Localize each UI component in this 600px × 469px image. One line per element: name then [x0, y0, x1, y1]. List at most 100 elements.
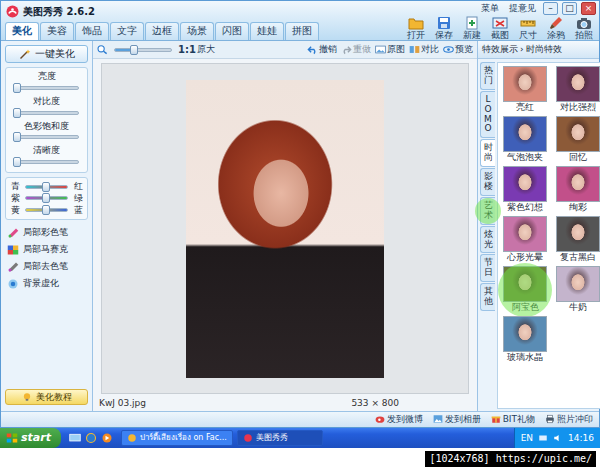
toolbar-button[interactable]: 截图: [488, 15, 512, 41]
category-label: 时尚: [484, 143, 493, 163]
tab[interactable]: 美化: [5, 22, 39, 40]
category-tab[interactable]: 热门: [480, 62, 495, 90]
slider-label: 对比度: [10, 96, 83, 107]
effect-item[interactable]: 对比强烈: [554, 66, 600, 113]
category-tab[interactable]: 时尚: [480, 139, 495, 167]
status-link[interactable]: 发到微博: [375, 414, 423, 425]
tab[interactable]: 边框: [145, 22, 179, 40]
tutorial-button[interactable]: 美化教程: [5, 389, 88, 405]
slider-handle[interactable]: [13, 83, 21, 93]
window-title: 美图秀秀 2.6.2: [23, 6, 95, 18]
category-tab[interactable]: 艺术: [480, 197, 495, 225]
slider-track: [14, 160, 79, 164]
view-action-button[interactable]: 预览: [443, 44, 473, 55]
color-slider-left-label: 紫: [10, 193, 20, 204]
tool-item[interactable]: 局部彩色笔: [7, 226, 86, 240]
effect-item[interactable]: 回忆: [554, 116, 600, 163]
effect-thumbnail: [503, 166, 547, 202]
compare-icon: [409, 44, 420, 55]
color-slider-right-label: 红: [73, 181, 83, 192]
slider-handle[interactable]: [13, 108, 21, 118]
toolbar-button[interactable]: 涂鸦: [544, 15, 568, 41]
effect-item[interactable]: 牛奶: [554, 266, 600, 313]
category-tab[interactable]: 其他: [480, 283, 495, 311]
view-action-label: 重做: [353, 44, 371, 55]
gift-icon: [491, 414, 501, 424]
toolbar-button[interactable]: 尺寸: [516, 15, 540, 41]
status-link[interactable]: 照片冲印: [545, 414, 593, 425]
toolbar-button[interactable]: 打开: [404, 15, 428, 41]
slider-handle[interactable]: [42, 193, 50, 203]
one-click-button[interactable]: 一键美化: [5, 45, 88, 63]
slider-handle[interactable]: [13, 132, 21, 142]
window-control-button[interactable]: □: [562, 2, 577, 15]
start-button[interactable]: start: [0, 428, 61, 448]
category-tab[interactable]: LOMO: [480, 91, 495, 139]
category-tab[interactable]: 影楼: [480, 168, 495, 196]
category-label: LOMO: [484, 95, 493, 135]
effect-label: 对比强烈: [560, 102, 596, 113]
slider-track: [14, 111, 79, 115]
toolbar-label: 打开: [407, 30, 425, 41]
toolbar-button[interactable]: 保存: [432, 15, 456, 41]
magic-wand-icon: [19, 48, 31, 60]
effect-item[interactable]: 复古黑白: [554, 216, 600, 263]
actual-size-button[interactable]: 1:1原大: [178, 44, 215, 56]
tool-list: 局部彩色笔局部马赛克局部去色笔背景虚化: [5, 224, 88, 293]
toolbar-label: 尺寸: [519, 30, 537, 41]
tool-item[interactable]: 局部马赛克: [7, 243, 86, 257]
window-control-button[interactable]: –: [543, 2, 558, 15]
tab-label: 闪图: [222, 25, 242, 36]
toolbar-button[interactable]: 新建: [460, 15, 484, 41]
view-toolbar: 1:1原大 撤销 重做原图对比预览: [93, 41, 477, 59]
taskbar-button[interactable]: ปาร์ตี้เสียงเรื่อง on Fac...: [121, 430, 233, 446]
view-action-button[interactable]: 重做: [341, 44, 371, 55]
status-link[interactable]: BIT礼物: [491, 414, 535, 425]
effect-item[interactable]: 亮红: [501, 66, 549, 113]
breadcrumb-separator: ›: [520, 44, 524, 55]
album-icon: [433, 414, 443, 424]
tab[interactable]: 饰品: [75, 22, 109, 40]
tool-item[interactable]: 背景虚化: [7, 277, 86, 291]
tab[interactable]: 拼图: [285, 22, 319, 40]
effect-item[interactable]: 绚彩: [554, 166, 600, 213]
mosaic-icon: [7, 244, 19, 256]
brush-icon: [548, 16, 564, 30]
effect-item[interactable]: 阿宝色: [501, 266, 549, 313]
menu-link[interactable]: 菜单: [478, 3, 502, 14]
tab[interactable]: 闪图: [215, 22, 249, 40]
effect-label: 心形光晕: [507, 252, 543, 263]
category-label: 其他: [484, 287, 493, 307]
view-action-button[interactable]: 撤销: [307, 44, 337, 55]
window-control-button[interactable]: ×: [581, 2, 596, 15]
print-icon: [545, 414, 555, 424]
tool-label: 背景虚化: [23, 278, 59, 289]
tool-item[interactable]: 局部去色笔: [7, 260, 86, 274]
slider-handle[interactable]: [42, 205, 50, 215]
tab[interactable]: 娃娃: [250, 22, 284, 40]
toolbar-button[interactable]: 拍照: [572, 15, 596, 41]
tab[interactable]: 美容: [40, 22, 74, 40]
view-action-button[interactable]: 对比: [409, 44, 439, 55]
effect-item[interactable]: 心形光晕: [501, 216, 549, 263]
effect-item[interactable]: 玻璃水晶: [501, 316, 549, 363]
menu-link[interactable]: 提意见: [506, 3, 539, 14]
slider-handle[interactable]: [13, 157, 21, 167]
status-link[interactable]: 发到相册: [433, 414, 481, 425]
color-slider-row: 青红: [10, 181, 83, 192]
taskbar-button[interactable]: 美图秀秀: [237, 430, 323, 446]
effect-item[interactable]: 紫色幻想: [501, 166, 549, 213]
network-icon: [538, 433, 548, 443]
photo[interactable]: [186, 80, 384, 378]
category-tab[interactable]: 炫光: [480, 226, 495, 254]
category-label: 热门: [484, 66, 493, 86]
tab[interactable]: 场景: [180, 22, 214, 40]
category-tab[interactable]: 节日: [480, 254, 495, 282]
slider-handle[interactable]: [42, 182, 50, 192]
tab-label: 场景: [187, 25, 207, 36]
effect-item[interactable]: 气泡泡夹: [501, 116, 549, 163]
slider-handle[interactable]: [130, 45, 138, 55]
tab[interactable]: 文字: [110, 22, 144, 40]
color-slider-row: 紫绿: [10, 193, 83, 204]
view-action-button[interactable]: 原图: [375, 44, 405, 55]
